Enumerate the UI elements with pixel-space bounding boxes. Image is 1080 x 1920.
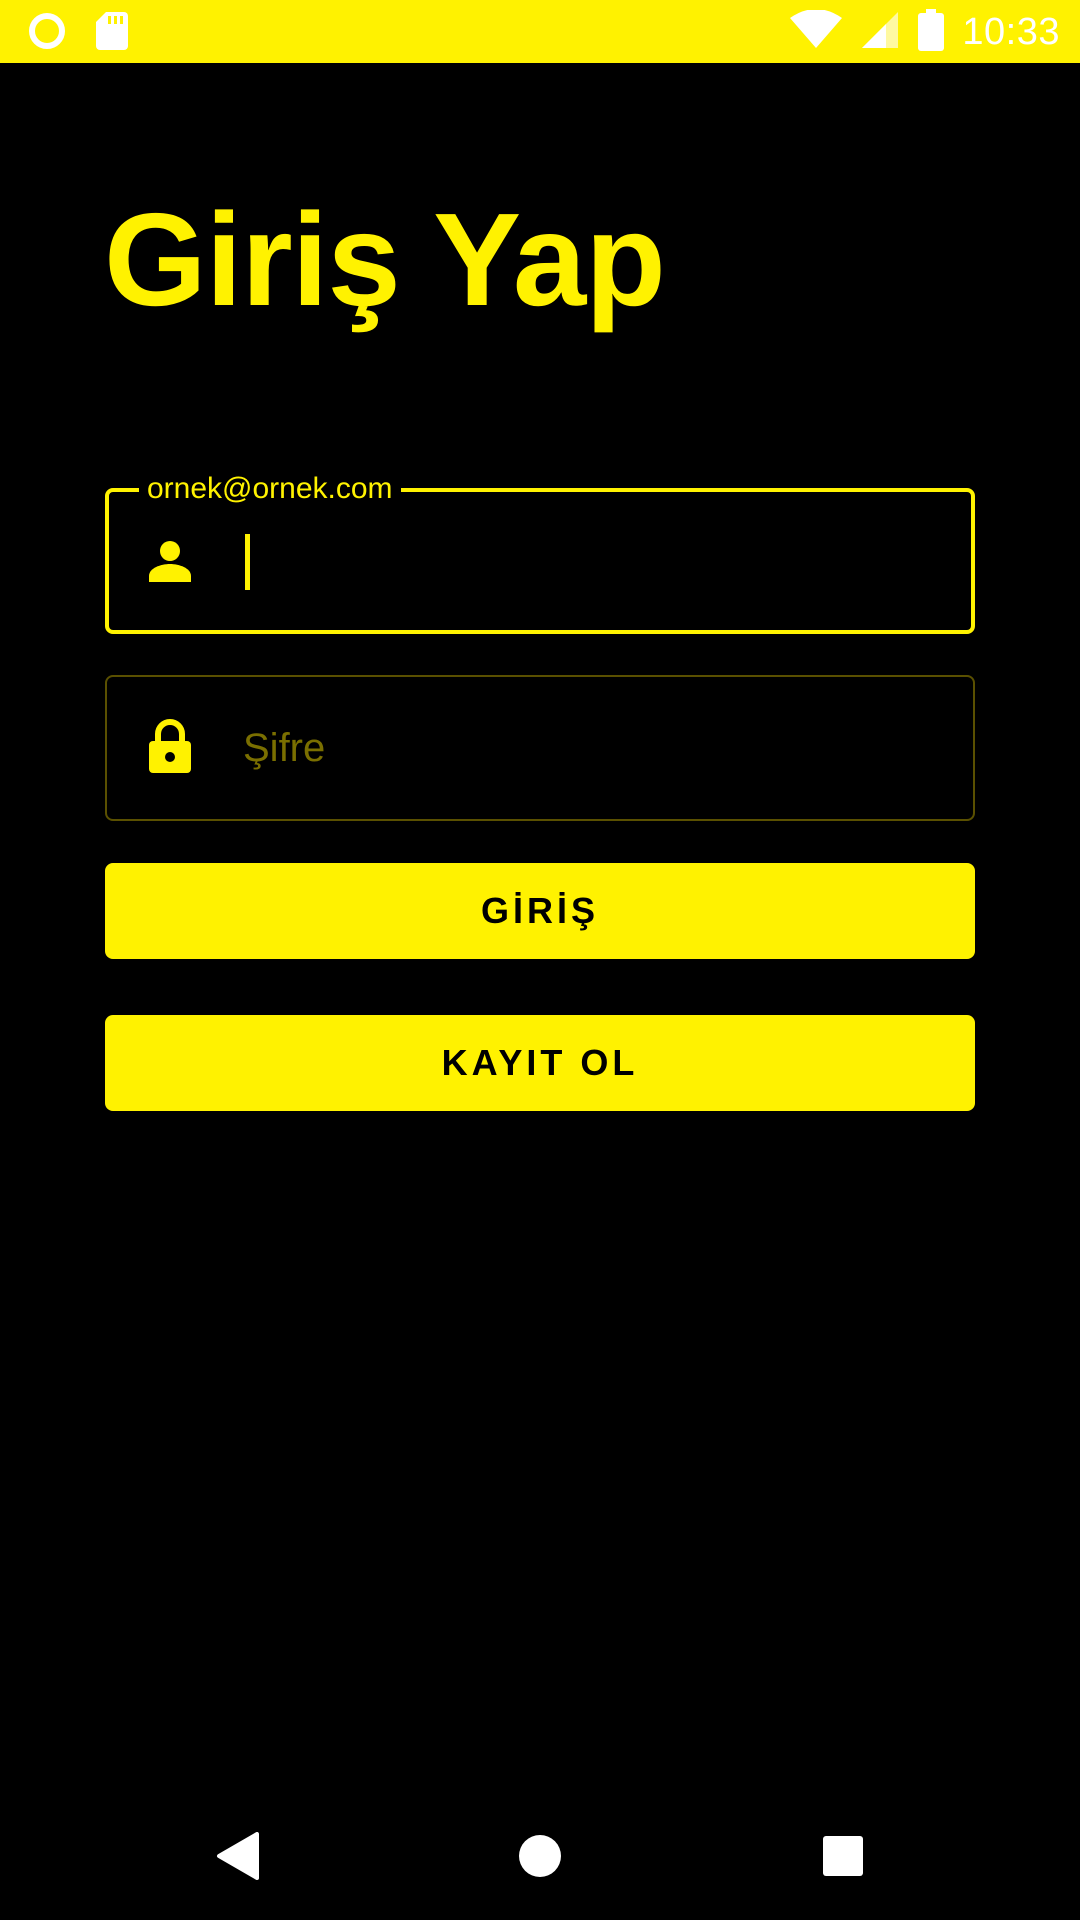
battery-icon [918,8,945,56]
password-field[interactable] [105,675,975,821]
lock-icon [147,719,193,773]
register-button[interactable]: KAYIT OL [105,1015,975,1111]
recents-icon[interactable] [811,1824,875,1888]
status-time: 10:33 [962,11,1060,53]
home-icon[interactable] [508,1824,572,1888]
status-bar-left [28,12,128,55]
status-bar: 10:33 [0,0,1080,63]
person-icon [147,538,193,584]
status-bar-right: 10:33 [790,8,1060,56]
login-button[interactable]: GİRİŞ [105,863,975,959]
back-icon[interactable] [205,1824,269,1888]
cell-signal-icon [860,10,900,55]
email-input[interactable] [245,492,945,630]
password-input[interactable] [243,677,943,819]
sd-card-icon [96,12,128,55]
navigation-bar [0,1794,1080,1920]
wifi-icon [790,8,843,55]
circle-notification-icon [28,12,66,55]
page-title: Giriş Yap [104,186,666,333]
email-field[interactable]: ornek@ornek.com [105,470,975,634]
